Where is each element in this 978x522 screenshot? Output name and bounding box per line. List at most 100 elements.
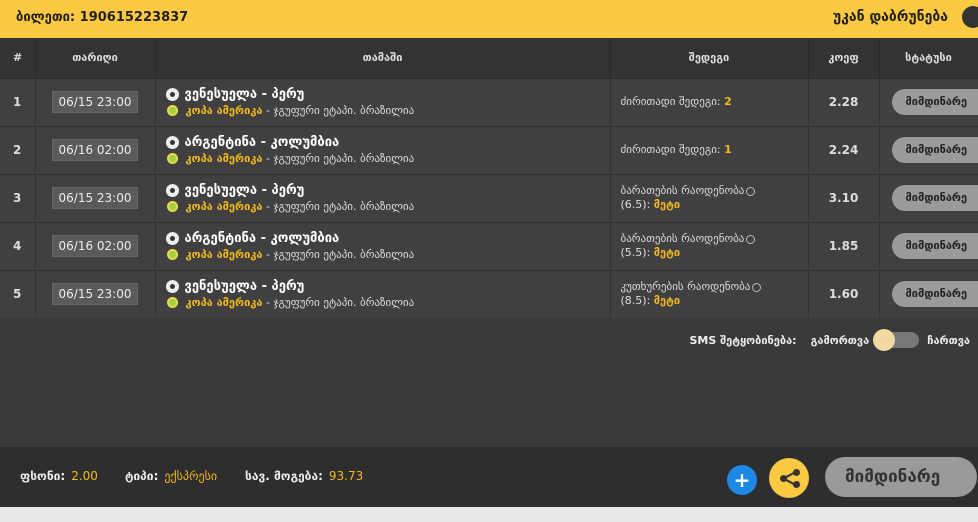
stage-name: - ჯგუფური ეტაპი. ბრაზილია — [265, 104, 415, 117]
ticket-number: 190615223837 — [79, 10, 189, 25]
outcome-label: ბარათების რაოდენობა — [620, 184, 745, 197]
odd-value: 2.24 — [808, 126, 880, 174]
outcome-value: მეტი — [653, 294, 681, 308]
row-number: 3 — [0, 174, 36, 222]
win-value: 93.73 — [328, 469, 364, 483]
outcome-line: (5.5): — [620, 246, 651, 259]
odd-value: 2.28 — [808, 78, 880, 126]
outcome-label: კუთხურების რაოდენობა — [620, 280, 751, 294]
league-name: კოპა ამერიკა — [185, 152, 263, 165]
match-name[interactable]: არგენტინა - კოლუმბია — [185, 135, 340, 150]
row-number: 4 — [0, 222, 36, 270]
info-icon[interactable] — [752, 282, 762, 292]
toggle-knob[interactable] — [873, 329, 896, 351]
info-icon[interactable] — [746, 186, 756, 196]
stake: ფსონი: 2.00 — [20, 469, 98, 483]
sms-notifications: SMS შეტყობინება: გამორთვა ჩართვა — [689, 329, 970, 351]
table-row: 3 06/15 23:00 ვენესუელა - პერუ კოპა ამერ… — [0, 174, 978, 222]
stake-label: ფსონი: — [20, 469, 66, 483]
league-name: კოპა ამერიკა — [185, 200, 263, 213]
table-row: 1 06/15 23:00 ვენესუელა - პერუ კოპა ამერ… — [0, 78, 978, 126]
status-badge: მიმდინარე — [891, 233, 977, 259]
share-button[interactable] — [769, 458, 809, 498]
date-badge: 06/15 23:00 — [51, 283, 139, 306]
ticket-info: ბილეთი: 190615223837 — [16, 10, 188, 25]
date-badge: 06/15 23:00 — [51, 91, 139, 113]
status-badge: მიმდინარე — [891, 89, 977, 115]
row-number: 1 — [0, 78, 36, 126]
bets-table: # თარიღი თამაში შედეგი კოეფ სტატუსი 1 06… — [0, 38, 978, 318]
soccer-ball-icon — [165, 184, 179, 197]
soccer-ball-icon — [165, 232, 179, 245]
table-row: 5 06/15 23:00 ვენესუელა - პერუ კოპა ამერ… — [0, 270, 978, 318]
col-date: თარიღი — [35, 38, 156, 78]
type-label: ტიპი: — [125, 469, 159, 483]
sms-on-label[interactable]: ჩართვა — [927, 334, 970, 347]
add-button[interactable]: + — [727, 465, 757, 495]
date-badge: 06/15 23:00 — [51, 187, 139, 209]
soccer-ball-icon — [165, 88, 179, 101]
back-arrow-icon[interactable] — [957, 1, 978, 33]
copa-america-icon — [166, 201, 178, 212]
soccer-ball-icon — [165, 280, 179, 294]
status-badge: მიმდინარე — [891, 137, 977, 163]
type-value: ექსპრესი — [164, 469, 218, 483]
odd-value: 1.85 — [808, 222, 880, 270]
table-row: 2 06/16 02:00 არგენტინა - კოლუმბია კოპა … — [0, 126, 978, 174]
back-button[interactable]: უკან დაბრუნება — [833, 9, 948, 25]
table-row: 4 06/16 02:00 არგენტინა - კოლუმბია კოპა … — [0, 222, 978, 270]
outcome-label: ძირითადი შედეგი: — [620, 95, 721, 108]
odd-value: 1.60 — [808, 270, 880, 318]
bet-type: ტიპი: ექსპრესი — [125, 469, 217, 483]
table-header: # თარიღი თამაში შედეგი კოეფ სტატუსი — [0, 38, 978, 78]
ticket-label: ბილეთი: — [16, 10, 76, 25]
copa-america-icon — [166, 249, 178, 260]
stake-value: 2.00 — [71, 469, 98, 483]
soccer-ball-icon — [165, 136, 179, 149]
col-status: სტატუსი — [879, 38, 978, 78]
copa-america-icon — [166, 153, 178, 164]
status-button[interactable]: მიმდინარე — [825, 457, 977, 497]
outcome-line: (6.5): — [620, 198, 651, 211]
sms-off-label[interactable]: გამორთვა — [811, 334, 870, 347]
date-badge: 06/16 02:00 — [51, 139, 139, 161]
row-number: 2 — [0, 126, 36, 174]
row-number: 5 — [0, 270, 36, 318]
sms-label: SMS შეტყობინება: — [689, 333, 797, 347]
match-name[interactable]: ვენესუელა - პერუ — [185, 183, 305, 198]
date-badge: 06/16 02:00 — [51, 235, 139, 257]
match-name[interactable]: არგენტინა - კოლუმბია — [185, 231, 340, 246]
stage-name: - ჯგუფური ეტაპი. ბრაზილია — [265, 296, 415, 310]
stage-name: - ჯგუფური ეტაპი. ბრაზილია — [265, 248, 415, 261]
status-badge: მიმდინარე — [891, 185, 977, 211]
match-name[interactable]: ვენესუელა - პერუ — [185, 279, 305, 294]
info-icon[interactable] — [746, 234, 756, 244]
stage-name: - ჯგუფური ეტაპი. ბრაზილია — [265, 152, 415, 165]
col-outcome: შედეგი — [610, 38, 809, 78]
outcome-value: მეტი — [653, 198, 681, 211]
outcome-line: (8.5): — [620, 294, 651, 308]
sms-toggle[interactable] — [873, 329, 920, 351]
outcome-value: მეტი — [653, 246, 681, 259]
win-label: სავ. მოგება: — [245, 469, 323, 483]
match-name[interactable]: ვენესუელა - პერუ — [185, 87, 305, 102]
copa-america-icon — [166, 297, 178, 309]
copa-america-icon — [166, 105, 178, 116]
outcome-value: 2 — [724, 95, 732, 108]
col-match: თამაში — [155, 38, 611, 78]
league-name: კოპა ამერიკა — [185, 296, 263, 310]
col-odd: კოეფ — [808, 38, 880, 78]
outcome-label: ბარათების რაოდენობა — [620, 232, 745, 245]
stage-name: - ჯგუფური ეტაპი. ბრაზილია — [265, 200, 415, 213]
footer-bar: ფსონი: 2.00 ტიპი: ექსპრესი სავ. მოგება: 93.… — [0, 447, 978, 507]
col-number: # — [0, 38, 36, 78]
top-bar: ბილეთი: 190615223837 უკან დაბრუნება — [0, 0, 978, 38]
odd-value: 3.10 — [808, 174, 880, 222]
league-name: კოპა ამერიკა — [185, 104, 263, 117]
status-badge: მიმდინარე — [891, 281, 977, 308]
league-name: კოპა ამერიკა — [185, 248, 263, 261]
outcome-label: ძირითადი შედეგი: — [620, 143, 721, 156]
outcome-value: 1 — [724, 143, 732, 156]
possible-win: სავ. მოგება: 93.73 — [245, 469, 363, 483]
bet-details: # თარიღი თამაში შედეგი კოეფ სტატუსი 1 06… — [0, 38, 978, 447]
